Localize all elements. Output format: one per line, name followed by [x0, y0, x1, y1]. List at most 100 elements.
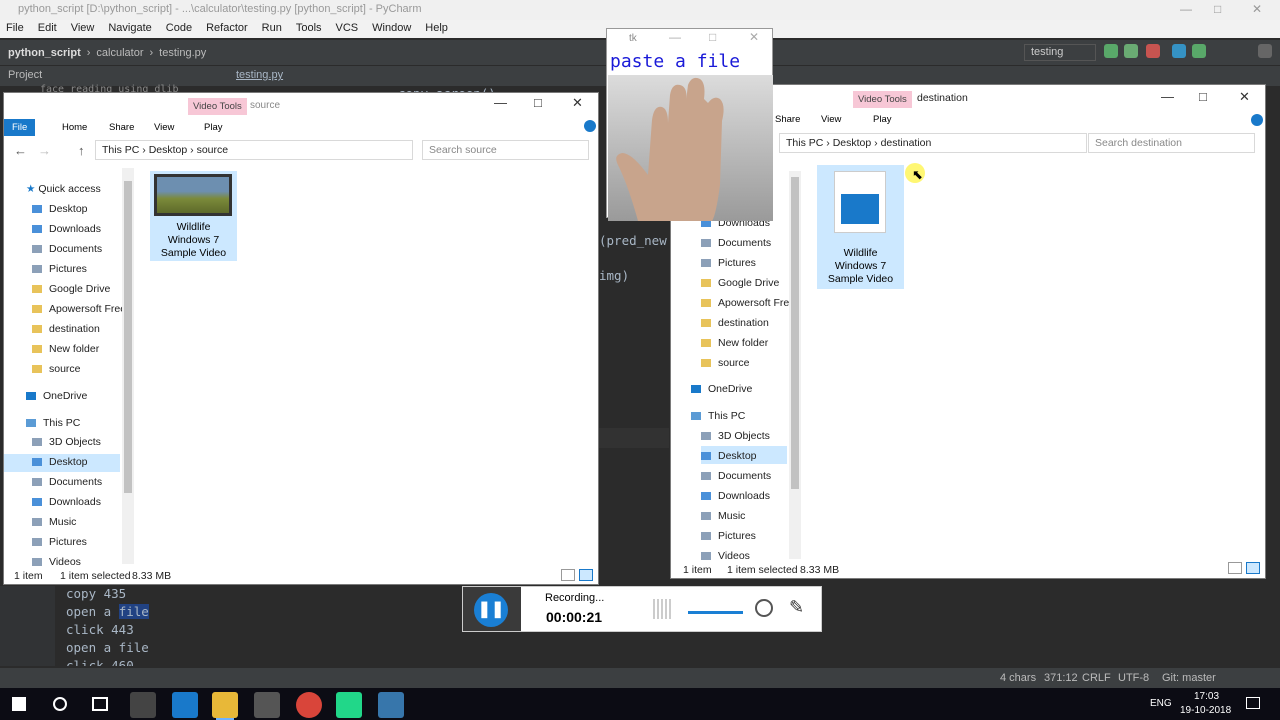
- file-item-wildlife[interactable]: Wildlife Windows 7 Sample Video: [150, 171, 237, 261]
- nav-videos[interactable]: Videos: [32, 556, 81, 568]
- nav-desktop[interactable]: Desktop: [32, 203, 88, 215]
- close-icon[interactable]: ✕: [1252, 2, 1262, 16]
- search-input[interactable]: Search destination: [1088, 133, 1255, 153]
- encoding[interactable]: UTF-8: [1118, 672, 1149, 684]
- path-desktop[interactable]: Desktop: [833, 137, 872, 149]
- tab-file[interactable]: File: [4, 119, 36, 136]
- nav-source[interactable]: source: [32, 363, 81, 375]
- close-icon[interactable]: ✕: [1239, 89, 1250, 105]
- tab-view[interactable]: View: [154, 122, 174, 133]
- tab-testing-py[interactable]: testing.py: [236, 69, 283, 81]
- maximize-icon[interactable]: □: [1214, 2, 1221, 16]
- nav-google-drive[interactable]: Google Drive: [701, 277, 779, 289]
- nav-downloads-pc[interactable]: Downloads: [701, 490, 770, 502]
- breadcrumb-file[interactable]: testing.py: [159, 47, 206, 59]
- video-tools-tab[interactable]: Video Tools: [853, 91, 912, 108]
- project-tool-label[interactable]: Project: [8, 69, 42, 81]
- nav-this-pc[interactable]: This PC: [26, 417, 80, 429]
- menu-run[interactable]: Run: [262, 22, 282, 36]
- menu-edit[interactable]: Edit: [38, 22, 57, 36]
- details-view-icon[interactable]: [1228, 562, 1242, 574]
- address-bar[interactable]: This PC › Desktop › destination: [779, 133, 1087, 153]
- video-tools-tab[interactable]: Video Tools: [188, 98, 247, 115]
- run-icon[interactable]: [1104, 44, 1118, 58]
- nav-new-folder[interactable]: New folder: [32, 343, 99, 355]
- address-bar[interactable]: This PC › Desktop › source: [95, 140, 413, 160]
- tab-play[interactable]: Play: [204, 122, 222, 133]
- python-tk-icon[interactable]: [378, 692, 404, 718]
- nav-3d-objects[interactable]: 3D Objects: [32, 436, 101, 448]
- minimize-icon[interactable]: —: [669, 30, 681, 44]
- nav-destination[interactable]: destination: [32, 323, 100, 335]
- nav-pictures[interactable]: Pictures: [32, 263, 87, 275]
- nav-google-drive[interactable]: Google Drive: [32, 283, 110, 295]
- file-explorer-icon[interactable]: [212, 692, 238, 718]
- tab-play[interactable]: Play: [873, 114, 891, 125]
- nav-source[interactable]: source: [701, 357, 750, 369]
- up-icon[interactable]: ↑: [78, 143, 85, 158]
- nav-documents[interactable]: Documents: [32, 243, 102, 255]
- nav-music[interactable]: Music: [32, 516, 76, 528]
- webcam-icon[interactable]: [755, 599, 773, 617]
- nav-scroll-thumb[interactable]: [124, 181, 132, 493]
- nav-scroll-thumb[interactable]: [791, 177, 799, 489]
- nav-downloads[interactable]: Downloads: [32, 223, 101, 235]
- nav-apowersoft[interactable]: Apowersoft Free: [32, 303, 126, 315]
- clock-date[interactable]: 19-10-2018: [1180, 705, 1231, 716]
- back-icon[interactable]: ←: [14, 143, 27, 158]
- maximize-icon[interactable]: □: [709, 30, 716, 44]
- windows-start-icon[interactable]: [12, 697, 26, 711]
- nav-this-pc[interactable]: This PC: [691, 410, 745, 422]
- nav-quick-access[interactable]: ★ Quick access: [26, 183, 101, 195]
- help-icon[interactable]: [1251, 114, 1263, 126]
- language-indicator[interactable]: ENG: [1150, 698, 1172, 709]
- menu-code[interactable]: Code: [166, 22, 192, 36]
- nav-pictures-pc[interactable]: Pictures: [701, 530, 756, 542]
- breadcrumb-project[interactable]: python_script: [8, 47, 81, 59]
- menu-tools[interactable]: Tools: [296, 22, 322, 36]
- vcs-update-icon[interactable]: [1172, 44, 1186, 58]
- maximize-icon[interactable]: □: [534, 95, 542, 110]
- line-separator[interactable]: CRLF: [1082, 672, 1111, 684]
- search-input[interactable]: Search source: [422, 140, 589, 160]
- menu-help[interactable]: Help: [425, 22, 448, 36]
- nav-videos[interactable]: Videos: [701, 550, 750, 562]
- run-config-select[interactable]: testing: [1024, 44, 1096, 61]
- menu-refactor[interactable]: Refactor: [206, 22, 248, 36]
- pause-icon[interactable]: ❚❚: [474, 593, 508, 627]
- nav-new-folder[interactable]: New folder: [701, 337, 768, 349]
- forward-icon[interactable]: →: [38, 143, 51, 158]
- path-source[interactable]: source: [197, 144, 229, 156]
- help-icon[interactable]: [584, 120, 596, 132]
- pycharm-icon[interactable]: [336, 692, 362, 718]
- path-destination[interactable]: destination: [881, 137, 932, 149]
- menu-view[interactable]: View: [71, 22, 95, 36]
- chrome-icon[interactable]: [296, 692, 322, 718]
- large-icons-view-icon[interactable]: [579, 569, 593, 581]
- path-this-pc[interactable]: This PC: [786, 137, 823, 149]
- nav-3d-objects[interactable]: 3D Objects: [701, 430, 770, 442]
- edge-icon[interactable]: [172, 692, 198, 718]
- nav-downloads-pc[interactable]: Downloads: [32, 496, 101, 508]
- nav-documents[interactable]: Documents: [701, 237, 771, 249]
- minimize-icon[interactable]: —: [1180, 2, 1192, 16]
- vcs-commit-icon[interactable]: [1192, 44, 1206, 58]
- tab-share[interactable]: Share: [109, 122, 134, 133]
- path-this-pc[interactable]: This PC: [102, 144, 139, 156]
- file-item-wildlife[interactable]: Wildlife Windows 7 Sample Video: [817, 165, 904, 289]
- menu-window[interactable]: Window: [372, 22, 411, 36]
- git-branch[interactable]: Git: master: [1162, 672, 1216, 684]
- path-desktop[interactable]: Desktop: [149, 144, 188, 156]
- debug-icon[interactable]: [1124, 44, 1138, 58]
- menu-file[interactable]: File: [6, 22, 24, 36]
- task-view-icon[interactable]: [92, 697, 108, 711]
- stop-icon[interactable]: [1146, 44, 1160, 58]
- nav-destination[interactable]: destination: [701, 317, 769, 329]
- tab-share[interactable]: Share: [775, 114, 800, 125]
- menu-navigate[interactable]: Navigate: [108, 22, 151, 36]
- close-icon[interactable]: ✕: [572, 95, 583, 111]
- tab-view[interactable]: View: [821, 114, 841, 125]
- cortana-icon[interactable]: [53, 697, 67, 711]
- caret-position[interactable]: 371:12: [1044, 672, 1078, 684]
- nav-pictures-pc[interactable]: Pictures: [32, 536, 87, 548]
